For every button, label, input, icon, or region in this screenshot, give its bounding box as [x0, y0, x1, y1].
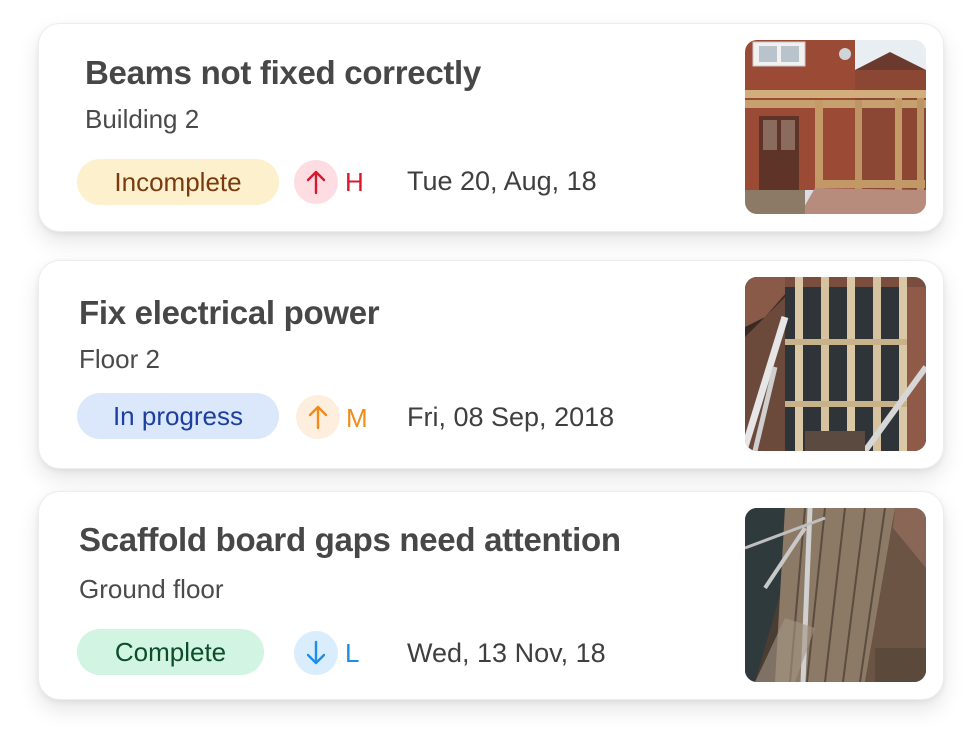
status-badge: Complete — [77, 629, 264, 675]
priority-letter: L — [345, 638, 360, 668]
house-extension-photo — [745, 40, 926, 214]
issue-card[interactable]: Beams not fixed correctly Building 2 Inc… — [38, 23, 944, 232]
issue-date: Fri, 08 Sep, 2018 — [407, 402, 615, 432]
priority-low-icon — [294, 631, 338, 675]
issue-card[interactable]: Scaffold board gaps need attention Groun… — [38, 491, 944, 700]
priority-letter: M — [346, 403, 368, 433]
issue-title: Beams not fixed correctly — [85, 54, 481, 91]
issue-title: Fix electrical power — [79, 294, 380, 331]
priority-high-icon — [294, 160, 338, 204]
scaffold-boards-photo — [745, 508, 926, 682]
issue-date: Tue 20, Aug, 18 — [407, 166, 597, 196]
issue-location: Building 2 — [85, 104, 200, 134]
priority-medium-icon — [296, 395, 340, 439]
loft-stud-wall-photo — [745, 277, 926, 451]
status-badge: Incomplete — [77, 159, 279, 205]
issue-location: Ground floor — [79, 574, 224, 604]
issue-location: Floor 2 — [79, 344, 160, 374]
issue-date: Wed, 13 Nov, 18 — [407, 638, 606, 668]
issue-list: Beams not fixed correctly Building 2 Inc… — [0, 0, 980, 750]
issue-card[interactable]: Fix electrical power Floor 2 In progress… — [38, 260, 944, 469]
status-badge: In progress — [77, 393, 279, 439]
issue-title: Scaffold board gaps need attention — [79, 521, 621, 558]
priority-letter: H — [345, 167, 364, 197]
